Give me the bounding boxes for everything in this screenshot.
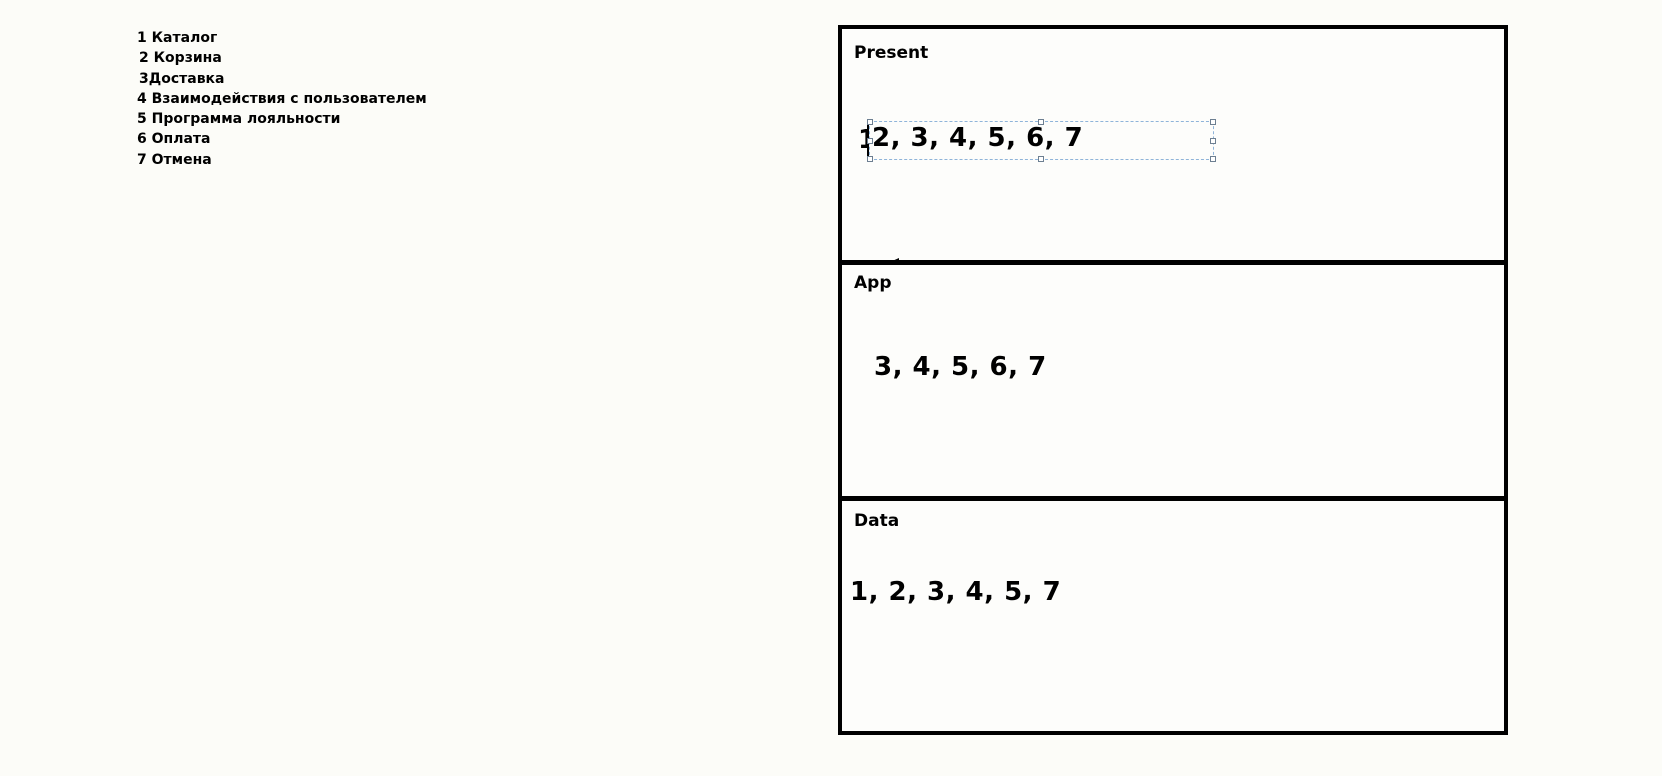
resize-handle[interactable] — [1210, 156, 1216, 162]
present-layer-box: Present 1 2, 3, 4, 5, 6, 7 — [838, 25, 1508, 266]
data-layer-box: Data 1, 2, 3, 4, 5, 7 — [838, 497, 1508, 735]
data-layer-value: 1, 2, 3, 4, 5, 7 — [850, 577, 1062, 607]
app-layer-box: App 3, 4, 5, 6, 7 — [838, 261, 1508, 500]
present-layer-title: Present — [854, 43, 929, 63]
data-layer-title: Data — [854, 511, 900, 531]
list-item: 2 Корзина — [139, 50, 222, 67]
app-layer-title: App — [854, 273, 892, 293]
list-item: 5 Программа лояльности — [137, 111, 341, 128]
app-layer-value: 3, 4, 5, 6, 7 — [874, 352, 1047, 382]
present-layer-value[interactable]: 2, 3, 4, 5, 6, 7 — [872, 123, 1083, 153]
resize-handle[interactable] — [1038, 156, 1044, 162]
list-item: 4 Взаимодействия с пользователем — [137, 90, 427, 107]
resize-handle[interactable] — [1210, 138, 1216, 144]
resize-handle[interactable] — [1210, 119, 1216, 125]
list-item: 6 Оплата — [137, 131, 211, 148]
list-item: 3Доставка — [139, 70, 225, 87]
module-list: 1 Каталог 2 Корзина 3Доставка 4 Взаимоде… — [137, 28, 427, 170]
list-item: 7 Отмена — [137, 151, 212, 168]
resize-handle[interactable] — [867, 156, 873, 162]
list-item: 1 Каталог — [137, 30, 218, 46]
